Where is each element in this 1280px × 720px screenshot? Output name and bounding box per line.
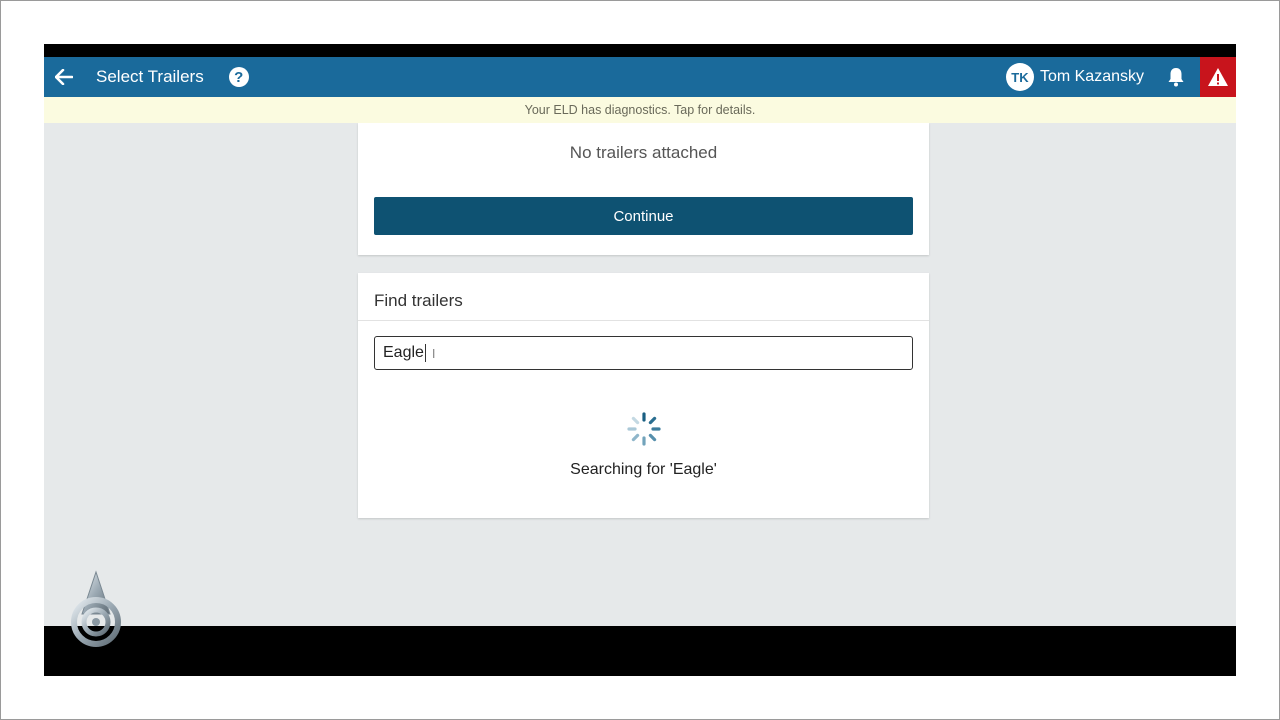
trailer-search-input[interactable]: Eagle I xyxy=(374,336,913,370)
app-bar: Select Trailers ? TK Tom Kazansky xyxy=(44,57,1236,97)
page-title: Select Trailers xyxy=(96,67,204,86)
no-trailers-message: No trailers attached xyxy=(569,143,718,162)
user-menu[interactable]: TK Tom Kazansky xyxy=(1005,63,1144,91)
user-name: Tom Kazansky xyxy=(1039,68,1144,85)
notifications-button[interactable] xyxy=(1164,57,1188,97)
searching-status-text: Searching for 'Eagle' xyxy=(570,461,717,478)
diagnostics-alert-button[interactable] xyxy=(1200,57,1236,97)
letterbox-top xyxy=(44,44,1236,57)
question-mark-icon: ? xyxy=(234,68,244,86)
find-trailers-card: Find trailers Eagle I Searching for 'Eagl… xyxy=(358,273,929,518)
divider xyxy=(358,320,929,321)
letterbox-bottom xyxy=(44,626,1236,676)
loading-spinner-icon xyxy=(627,412,661,446)
continue-button-label: Continue xyxy=(613,207,674,225)
arrow-left-icon xyxy=(55,69,73,85)
diagnostics-banner-text: Your ELD has diagnostics. Tap for detail… xyxy=(524,103,756,117)
warning-icon xyxy=(1208,68,1228,86)
help-button[interactable]: ? xyxy=(228,67,249,87)
text-caret xyxy=(424,344,426,362)
find-trailers-title: Find trailers xyxy=(374,291,463,310)
content-area: No trailers attached Continue Find trail… xyxy=(44,123,1236,626)
continue-button[interactable]: Continue xyxy=(374,197,913,235)
back-button[interactable] xyxy=(44,57,84,97)
avatar: TK xyxy=(1005,63,1034,91)
watermark-logo xyxy=(59,570,133,660)
ibeam-cursor-icon: I xyxy=(431,345,436,361)
search-input-value: Eagle xyxy=(383,344,424,361)
bell-icon xyxy=(1168,68,1184,87)
trailer-status-card: No trailers attached Continue xyxy=(358,123,929,255)
diagnostics-banner[interactable]: Your ELD has diagnostics. Tap for detail… xyxy=(44,97,1236,123)
